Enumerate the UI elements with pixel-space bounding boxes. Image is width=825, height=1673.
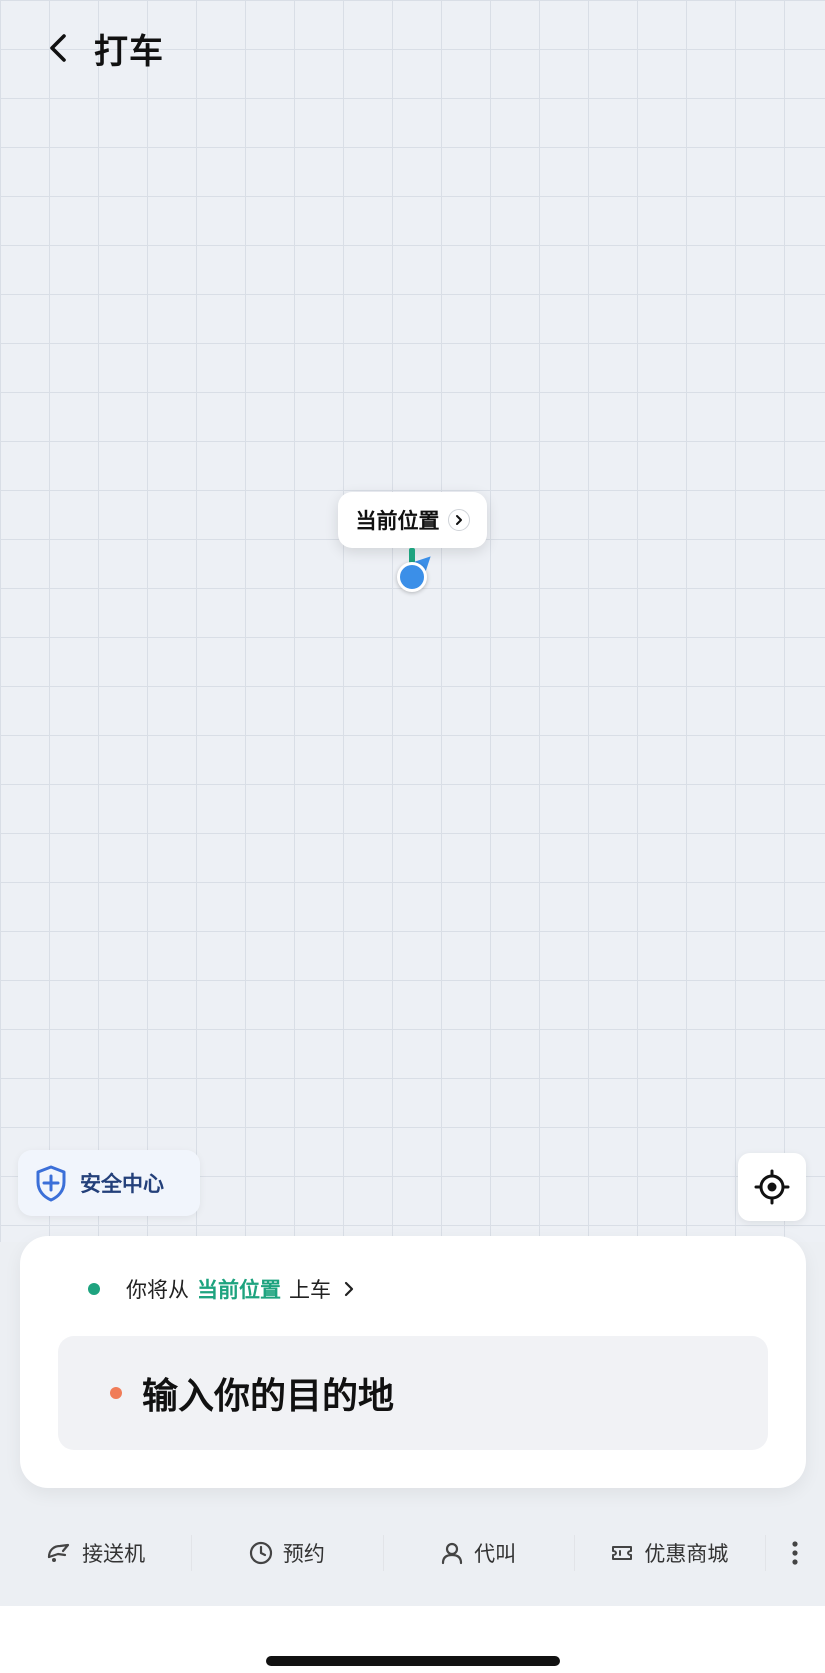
destination-dot [110,1387,122,1399]
safety-center-label: 安全中心 [80,1172,164,1196]
more-vertical-icon [792,1541,798,1565]
destination-input[interactable]: 输入你的目的地 [58,1336,768,1450]
person-icon [440,1541,464,1565]
destination-placeholder: 输入你的目的地 [142,1376,395,1417]
safety-center-button[interactable]: 安全中心 [18,1150,200,1216]
current-location-label: 当前位置 [355,509,440,533]
home-indicator[interactable] [266,1656,560,1666]
service-discount-mall[interactable]: 优惠商城 [573,1533,765,1573]
more-services-button[interactable] [765,1533,825,1573]
ticket-icon [610,1543,634,1563]
service-label: 预约 [282,1542,325,1566]
back-arrow-icon [50,34,66,62]
trip-card: 你将从 当前位置 上车 输入你的目的地 [20,1236,806,1488]
back-button[interactable] [36,26,80,70]
pickup-location[interactable]: 当前位置 [197,1274,281,1304]
service-label: 接送机 [82,1542,146,1566]
shield-plus-icon [36,1165,66,1202]
pickup-suffix: 上车 [289,1278,331,1302]
locate-me-button[interactable] [738,1153,806,1221]
crosshair-icon [754,1169,790,1205]
pickup-prefix: 你将从 [126,1278,189,1302]
pickup-dot [88,1283,100,1295]
service-label: 优惠商城 [644,1542,729,1566]
map-view[interactable] [0,0,825,1242]
service-reservation[interactable]: 预约 [191,1533,382,1573]
user-location-dot [397,562,427,592]
ride-hailing-screen: 打车 当前位置 安全中心 你将从 当前位置 上车 输入你的目的地 接送机 预约 … [0,0,825,1673]
top-header: 打车 [0,0,825,96]
pickup-row[interactable]: 你将从 当前位置 上车 [88,1272,355,1306]
page-title: 打车 [94,31,164,72]
service-call-for-others[interactable]: 代叫 [382,1533,574,1573]
airplane-icon [46,1542,72,1564]
service-bar: 接送机 预约 代叫 优惠商城 [0,1508,825,1598]
chevron-right-icon [343,1280,355,1298]
clock-icon [249,1541,273,1565]
current-location-bubble[interactable]: 当前位置 [338,492,487,548]
service-airport-transfer[interactable]: 接送机 [0,1533,191,1573]
chevron-right-icon [447,509,470,531]
service-label: 代叫 [474,1542,517,1566]
